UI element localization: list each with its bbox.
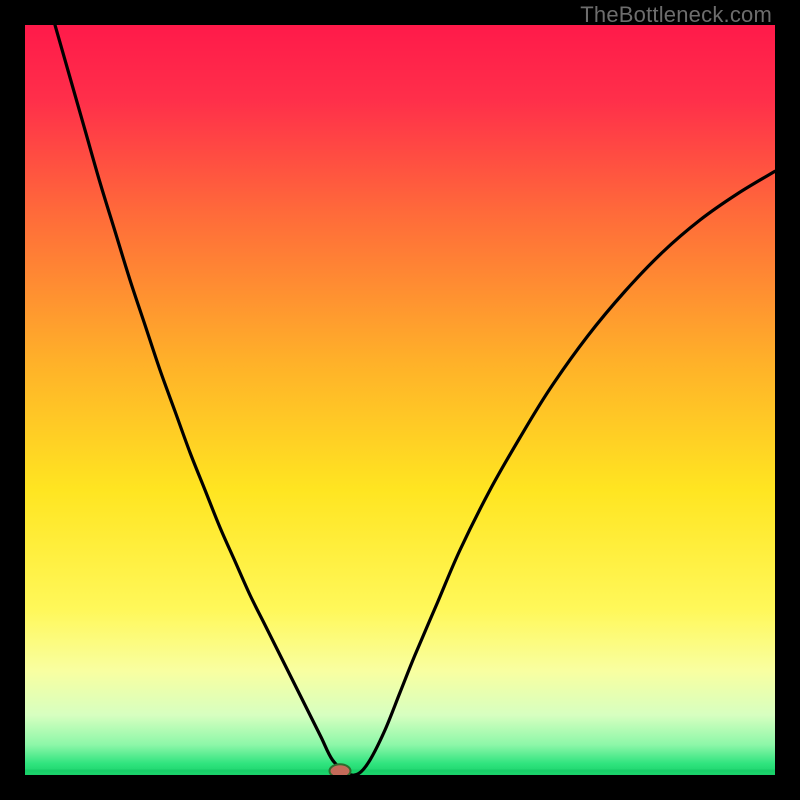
watermark-text: TheBottleneck.com <box>580 2 772 28</box>
minimum-marker <box>330 764 351 775</box>
chart-frame <box>25 25 775 775</box>
chart-svg <box>25 25 775 775</box>
gradient-background <box>25 25 775 775</box>
